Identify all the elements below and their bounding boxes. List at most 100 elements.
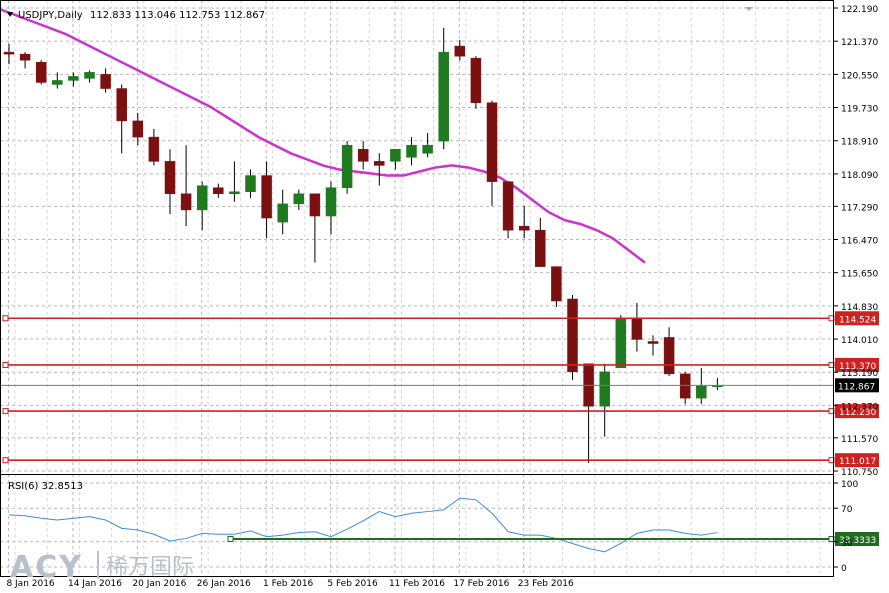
bear-candle bbox=[486, 100, 498, 206]
level-handle-left[interactable] bbox=[2, 408, 9, 415]
price-tick-label: 121.370 bbox=[841, 38, 878, 48]
bull-candle bbox=[712, 378, 723, 390]
bull-candle bbox=[615, 315, 627, 369]
candle-body bbox=[341, 144, 353, 188]
candle-body bbox=[470, 57, 482, 103]
horizontal-level[interactable]: 111.017 bbox=[2, 453, 879, 468]
candle-body bbox=[132, 120, 144, 138]
bear-candle bbox=[631, 303, 643, 352]
rsi-tick-label: 70 bbox=[841, 505, 853, 515]
bull-candle bbox=[696, 367, 707, 405]
price-tick-label: 114.830 bbox=[841, 303, 878, 313]
candle-body bbox=[696, 385, 707, 399]
candle-body bbox=[567, 298, 578, 373]
price-tick-label: 112.370 bbox=[841, 402, 878, 412]
candle-body bbox=[100, 74, 111, 89]
bull-candle bbox=[341, 141, 353, 194]
bear-candle bbox=[357, 141, 369, 170]
candle-body bbox=[599, 371, 610, 407]
candle-body bbox=[406, 144, 417, 158]
rsi-level-handle-left[interactable] bbox=[227, 536, 234, 542]
candle-body bbox=[68, 76, 79, 81]
bear-candle bbox=[647, 335, 659, 356]
candle-body bbox=[277, 203, 288, 223]
candle-body bbox=[261, 175, 272, 219]
date-tick-label: 26 Jan 2016 bbox=[197, 579, 251, 589]
bear-candle bbox=[100, 68, 111, 93]
candle-body bbox=[293, 193, 305, 205]
scroll-marker-icon[interactable] bbox=[745, 7, 753, 11]
ohlc-readout: 112.833 113.046 112.753 112.867 bbox=[90, 10, 265, 21]
date-tick-label: 20 Jan 2016 bbox=[132, 579, 186, 589]
bear-candle bbox=[116, 84, 127, 154]
horizontal-level[interactable]: 113.370 bbox=[2, 357, 879, 372]
chart-window: 112.867 114.524 113.370 112.230 111.017 33.3… bbox=[0, 0, 889, 589]
bear-candle bbox=[535, 218, 546, 267]
current-price-label: 112.867 bbox=[838, 382, 875, 392]
bull-candle bbox=[84, 70, 95, 83]
candle-body bbox=[454, 45, 466, 57]
bull-candle bbox=[277, 189, 288, 235]
price-tick-label: 120.550 bbox=[841, 71, 878, 81]
bear-candle bbox=[35, 60, 47, 85]
candle-body bbox=[357, 148, 369, 162]
bear-candle bbox=[663, 327, 675, 376]
bull-candle bbox=[229, 161, 240, 202]
candle-body bbox=[52, 80, 63, 85]
candle-body bbox=[19, 53, 31, 61]
level-handle-left[interactable] bbox=[2, 457, 9, 464]
bear-candle bbox=[309, 193, 321, 263]
candle-body bbox=[245, 175, 256, 192]
bear-candle bbox=[679, 371, 691, 405]
rsi-label: RSI(6) 32.8513 bbox=[8, 481, 83, 492]
bear-candle bbox=[164, 149, 176, 215]
candle-body bbox=[502, 181, 514, 231]
candle-body bbox=[374, 161, 385, 166]
candle-body bbox=[518, 225, 530, 231]
candle-body bbox=[116, 88, 127, 122]
candle-body bbox=[84, 72, 95, 79]
candle-body bbox=[390, 148, 401, 162]
bull-candle bbox=[438, 27, 449, 150]
bear-candle bbox=[213, 183, 224, 198]
chart-frame bbox=[0, 0, 834, 577]
candle-body bbox=[148, 136, 160, 162]
candle-body bbox=[422, 144, 433, 154]
bear-candle bbox=[454, 39, 466, 61]
rsi-layer: 33.3333 bbox=[8, 497, 879, 553]
date-tick-label: 23 Feb 2016 bbox=[518, 579, 574, 589]
bull-candle bbox=[68, 72, 79, 87]
bear-candle bbox=[583, 363, 594, 463]
price-tick-label: 110.750 bbox=[841, 468, 878, 478]
candle-body bbox=[213, 187, 224, 195]
logo-text: ACY bbox=[10, 550, 83, 585]
symbol-label: USDJPY,Daily bbox=[18, 10, 83, 21]
date-tick-label: 1 Feb 2016 bbox=[263, 579, 314, 589]
rsi-tick-label: 0 bbox=[841, 564, 847, 574]
moving-average-layer bbox=[0, 7, 646, 264]
candle-body bbox=[663, 337, 675, 375]
candle-body bbox=[164, 161, 176, 195]
horizontal-level[interactable]: 114.524 bbox=[2, 311, 879, 326]
chart-canvas[interactable]: 112.867 114.524 113.370 112.230 111.017 33.3… bbox=[0, 0, 889, 589]
candle-body bbox=[647, 341, 659, 344]
price-tick-label: 119.730 bbox=[841, 105, 878, 115]
horizontal-level[interactable]: 112.230 bbox=[2, 404, 879, 419]
candle-body bbox=[35, 61, 47, 83]
level-handle-left[interactable] bbox=[2, 315, 9, 322]
level-price-label: 114.524 bbox=[839, 315, 876, 325]
bull-candle bbox=[599, 363, 610, 437]
candle-body bbox=[551, 266, 562, 302]
candle-body bbox=[615, 318, 627, 369]
candle-body bbox=[325, 187, 337, 217]
candle-body bbox=[486, 102, 498, 182]
bear-candle bbox=[261, 161, 272, 239]
horizontal-levels-layer: 112.867 114.524 113.370 112.230 111.017 bbox=[0, 311, 879, 468]
price-tick-label: 118.090 bbox=[841, 171, 878, 181]
bull-candle bbox=[406, 137, 417, 166]
price-tick-label: 111.570 bbox=[841, 435, 878, 445]
level-handle-left[interactable] bbox=[2, 361, 9, 368]
rsi-tick-label: 100 bbox=[841, 480, 858, 490]
candle-body bbox=[229, 191, 240, 195]
price-tick-label: 114.010 bbox=[841, 336, 878, 346]
